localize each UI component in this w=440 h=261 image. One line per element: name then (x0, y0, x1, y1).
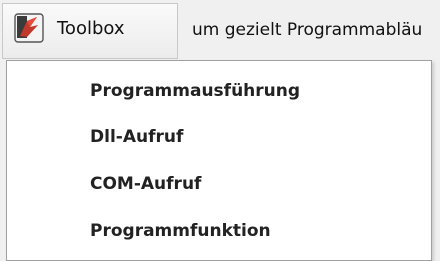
menu-item-programmfunktion[interactable]: Programmfunktion (7, 211, 431, 251)
toolbox-icon (14, 13, 44, 43)
toolbox-button[interactable]: Toolbox (2, 3, 178, 59)
menu-item-programmausfuehrung[interactable]: Programmausführung (7, 71, 431, 111)
toolbox-label: Toolbox (57, 18, 125, 39)
menu-item-com-aufruf[interactable]: COM-Aufruf (7, 164, 431, 204)
menu-item-dll-aufruf[interactable]: Dll-Aufruf (7, 117, 431, 157)
hint-text: um gezielt Programmabläu (192, 20, 423, 40)
toolbox-dropdown-menu: Programmausführung Dll-Aufruf COM-Aufruf… (6, 60, 432, 261)
